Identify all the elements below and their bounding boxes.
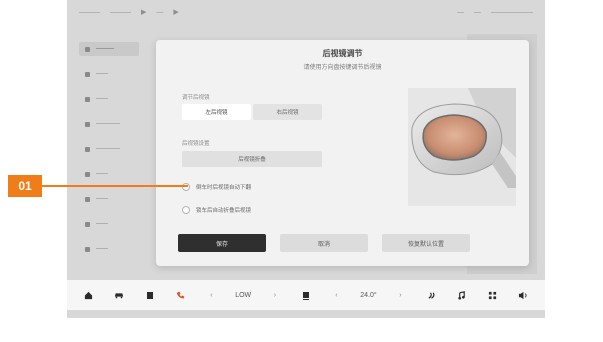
status-item[interactable]: ▶ bbox=[141, 8, 146, 16]
sidebar-icon bbox=[85, 71, 90, 77]
left-mirror-tab[interactable]: 左后视镜 bbox=[182, 104, 251, 120]
checkbox[interactable] bbox=[182, 206, 190, 214]
sidebar-item-label: —— bbox=[96, 96, 108, 102]
right-mirror-tab[interactable]: 右后视镜 bbox=[253, 104, 322, 120]
cancel-button[interactable]: 取消 bbox=[280, 234, 368, 252]
check-option-label: 锁车后自动折叠后视镜 bbox=[196, 208, 252, 214]
status-item: ——— bbox=[79, 8, 100, 16]
section-label: 调节后视镜 bbox=[182, 95, 210, 101]
home-icon[interactable] bbox=[81, 291, 95, 300]
reset-button[interactable]: 恢复默认位置 bbox=[382, 234, 470, 252]
car-screen: ——— ——— ▶ — ▶ — — —————— ——— —— —— ———— … bbox=[67, 0, 545, 318]
dialog-title: 后视镜调节 bbox=[322, 49, 363, 58]
sidebar-item[interactable]: —— bbox=[79, 167, 139, 181]
fan-increase-button[interactable]: › bbox=[268, 292, 282, 299]
sidebar-icon bbox=[85, 121, 90, 127]
sidebar-item[interactable]: —— bbox=[79, 67, 139, 81]
car-icon[interactable] bbox=[112, 291, 126, 299]
apps-icon[interactable] bbox=[486, 291, 500, 300]
temp-decrease-button[interactable]: ‹ bbox=[329, 292, 343, 299]
sidebar-item-label: —— bbox=[96, 196, 108, 202]
mirror-illustration bbox=[408, 88, 516, 206]
seat-icon[interactable] bbox=[143, 291, 157, 300]
save-button[interactable]: 保存 bbox=[178, 234, 266, 252]
callout-badge: 01 bbox=[8, 175, 42, 197]
phone-icon[interactable] bbox=[174, 291, 188, 300]
sidebar-item[interactable]: ———— bbox=[79, 117, 139, 131]
sidebar-item-label: ———— bbox=[96, 146, 120, 152]
status-item[interactable]: ▶ bbox=[173, 8, 178, 16]
fan-decrease-button[interactable]: ‹ bbox=[204, 292, 218, 299]
sidebar-item[interactable]: —— bbox=[79, 217, 139, 231]
temp-increase-button[interactable]: › bbox=[393, 292, 407, 299]
sidebar-icon bbox=[85, 96, 90, 102]
temperature-label: 24.0° bbox=[360, 291, 377, 299]
status-item: ——— bbox=[110, 8, 131, 16]
heater-icon[interactable] bbox=[424, 291, 438, 300]
bottom-dock: ‹ LOW › ‹ 24.0° › bbox=[67, 280, 545, 310]
sidebar-icon bbox=[85, 196, 90, 202]
sidebar-item-label: —— bbox=[96, 71, 108, 77]
status-item: — bbox=[474, 8, 481, 16]
sidebar-item[interactable]: ——— bbox=[79, 42, 139, 56]
settings-sidebar: ——— —— —— ———— ———— —— —— —— —— bbox=[79, 42, 139, 282]
dialog-subtitle: 请使用方向盘按键调节后视镜 bbox=[303, 65, 382, 71]
side-mirror-icon bbox=[408, 88, 516, 206]
sidebar-item-label: —— bbox=[96, 246, 108, 252]
check-option-row[interactable]: 倒车时后视镜自动下翻 bbox=[182, 183, 251, 191]
music-icon[interactable] bbox=[455, 290, 469, 300]
sidebar-icon bbox=[85, 171, 90, 177]
callout-line bbox=[42, 185, 188, 187]
seat-heat-icon[interactable] bbox=[299, 291, 313, 300]
sidebar-item[interactable]: —— bbox=[79, 92, 139, 106]
page-margin bbox=[67, 318, 545, 342]
sidebar-item-label: ———— bbox=[96, 121, 120, 127]
volume-icon[interactable] bbox=[516, 291, 530, 300]
status-item: — bbox=[457, 8, 464, 16]
sidebar-item[interactable]: ———— bbox=[79, 142, 139, 156]
check-option-row[interactable]: 锁车后自动折叠后视镜 bbox=[182, 206, 251, 214]
status-item: — bbox=[156, 8, 164, 16]
sidebar-item[interactable]: —— bbox=[79, 192, 139, 206]
sidebar-item[interactable]: —— bbox=[79, 242, 139, 256]
mirror-select-segment: 左后视镜 右后视镜 bbox=[182, 104, 322, 120]
check-option-label: 倒车时后视镜自动下翻 bbox=[196, 185, 252, 191]
sidebar-icon bbox=[85, 221, 90, 227]
sidebar-icon bbox=[85, 146, 90, 152]
top-status-bar: ——— ——— ▶ — ▶ — — —————— bbox=[67, 0, 545, 24]
sidebar-item-label: —— bbox=[96, 221, 108, 227]
status-item: —————— bbox=[491, 8, 533, 16]
sidebar-icon bbox=[85, 246, 90, 252]
mirror-adjust-dialog: 后视镜调节 请使用方向盘按键调节后视镜 调节后视镜 左后视镜 右后视镜 后视镜设… bbox=[156, 40, 529, 266]
dialog-button-row: 保存 取消 恢复默认位置 bbox=[178, 234, 470, 252]
section-label: 后视镜设置 bbox=[182, 141, 210, 147]
fan-speed-label: LOW bbox=[235, 291, 252, 299]
sidebar-item-label: ——— bbox=[96, 46, 114, 52]
fold-mirror-button[interactable]: 后视镜折叠 bbox=[182, 151, 322, 167]
sidebar-icon bbox=[85, 46, 90, 52]
sidebar-item-label: —— bbox=[96, 171, 108, 177]
